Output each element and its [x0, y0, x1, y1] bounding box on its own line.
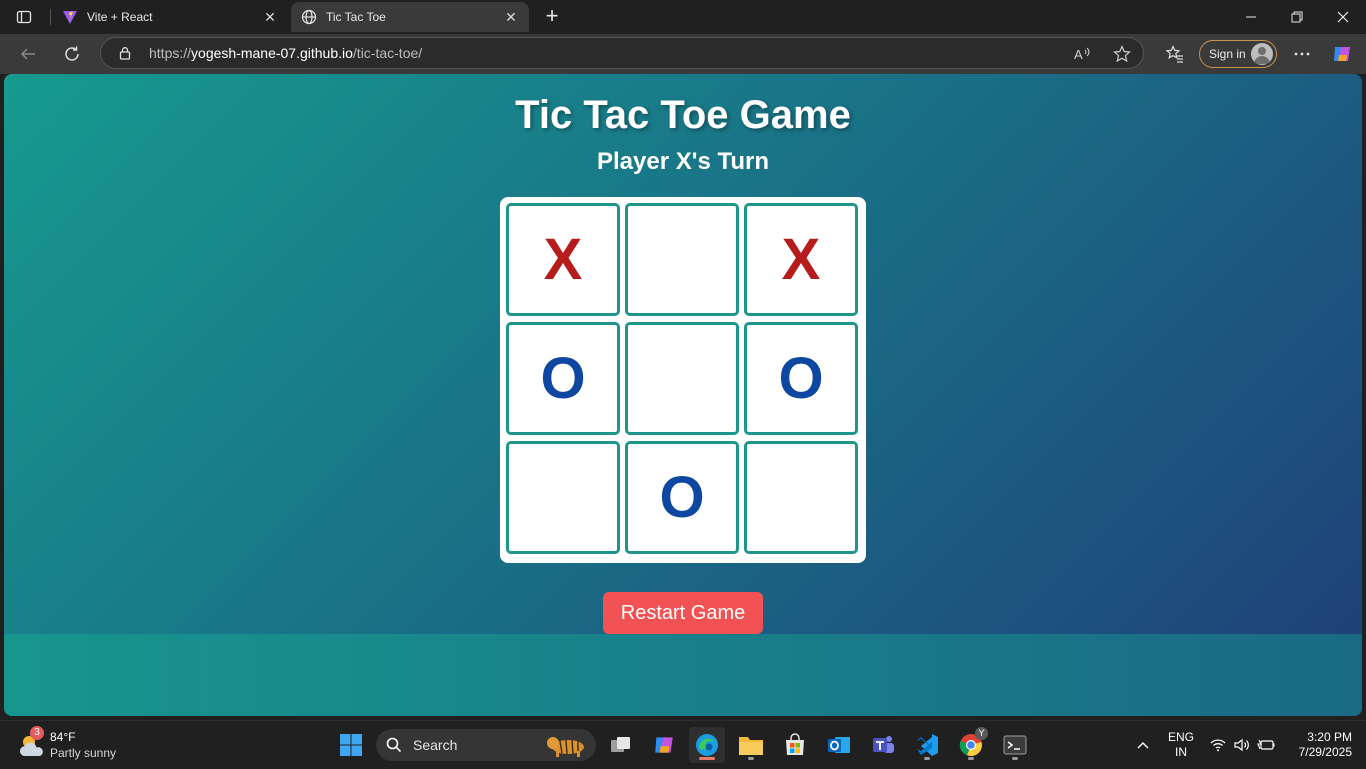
- page-viewport: Tic Tac Toe Game Player X's Turn X X O O…: [4, 74, 1362, 716]
- board-cell-5[interactable]: O: [744, 322, 858, 435]
- game-title: Tic Tac Toe Game: [515, 93, 851, 137]
- restart-game-button[interactable]: Restart Game: [603, 592, 763, 634]
- wifi-icon[interactable]: [1208, 721, 1228, 769]
- terminal-icon[interactable]: [997, 727, 1033, 763]
- avatar-icon: [1251, 43, 1273, 65]
- edge-browser-icon[interactable]: [689, 727, 725, 763]
- battery-icon[interactable]: [1256, 721, 1276, 769]
- windows-taskbar: 3 84°F Partly sunny Search Y ENG IN 3:20…: [0, 720, 1366, 768]
- chrome-icon[interactable]: Y: [953, 727, 989, 763]
- weather-temp: 84°F: [50, 730, 76, 744]
- volume-icon[interactable]: [1232, 721, 1252, 769]
- game-board: X X O O O: [500, 197, 866, 563]
- file-explorer-icon[interactable]: [733, 727, 769, 763]
- tab-tic-tac-toe[interactable]: Tic Tac Toe ✕: [291, 2, 529, 32]
- tab-separator: [50, 9, 51, 25]
- task-view-icon[interactable]: [603, 727, 639, 763]
- chrome-profile-badge: Y: [975, 727, 988, 740]
- board-cell-7[interactable]: O: [625, 441, 739, 554]
- url-path: /tic-tac-toe/: [352, 45, 423, 61]
- teams-icon[interactable]: [865, 727, 901, 763]
- sign-in-label: Sign in: [1209, 47, 1246, 61]
- running-app-indicator: [968, 757, 974, 760]
- page-lower-band: [4, 634, 1362, 716]
- sign-in-button[interactable]: Sign in: [1199, 40, 1277, 68]
- board-cell-1[interactable]: [625, 203, 739, 316]
- url-text[interactable]: https://yogesh-mane-07.github.io/tic-tac…: [149, 45, 422, 61]
- outlook-icon[interactable]: [821, 727, 857, 763]
- weather-badge: 3: [30, 726, 44, 740]
- search-icon: [386, 737, 402, 758]
- search-label: Search: [413, 737, 458, 753]
- svg-text:A: A: [1074, 47, 1083, 62]
- read-aloud-icon[interactable]: A: [1071, 43, 1093, 65]
- search-highlight-tiger-icon: [544, 732, 590, 758]
- board-cell-6[interactable]: [506, 441, 620, 554]
- windows-start-icon[interactable]: [333, 727, 369, 763]
- new-tab-plus-icon[interactable]: +: [540, 5, 564, 29]
- copilot-taskbar-icon[interactable]: [646, 727, 682, 763]
- board-cell-2[interactable]: X: [744, 203, 858, 316]
- back-arrow-icon[interactable]: [14, 40, 42, 68]
- board-cell-0[interactable]: X: [506, 203, 620, 316]
- minimize-icon[interactable]: [1228, 0, 1274, 34]
- more-options-icon[interactable]: [1288, 40, 1316, 68]
- browser-toolbar: https://yogesh-mane-07.github.io/tic-tac…: [0, 34, 1366, 74]
- browser-tab-strip: Vite + React ✕ Tic Tac Toe ✕ +: [0, 0, 1366, 34]
- tab-title: Vite + React: [87, 10, 153, 24]
- clock-date: 7/29/2025: [1298, 745, 1352, 759]
- tab-actions-icon[interactable]: [8, 5, 40, 29]
- running-app-indicator: [748, 757, 754, 760]
- show-hidden-icons-chevron-icon[interactable]: [1132, 721, 1154, 769]
- language-indicator[interactable]: ENG IN: [1166, 730, 1196, 760]
- board-cell-8[interactable]: [744, 441, 858, 554]
- refresh-icon[interactable]: [58, 40, 86, 68]
- address-bar[interactable]: https://yogesh-mane-07.github.io/tic-tac…: [100, 37, 1144, 69]
- copilot-icon[interactable]: [1328, 40, 1356, 68]
- url-host: yogesh-mane-07.github.io: [191, 45, 353, 61]
- clock[interactable]: 3:20 PM 7/29/2025: [1284, 730, 1352, 760]
- close-tab-icon[interactable]: ✕: [262, 9, 278, 25]
- close-tab-icon[interactable]: ✕: [503, 9, 519, 25]
- running-app-indicator: [924, 757, 930, 760]
- vite-logo-icon: [62, 9, 78, 25]
- active-app-indicator: [699, 757, 715, 760]
- clock-time: 3:20 PM: [1307, 730, 1352, 744]
- microsoft-store-icon[interactable]: [777, 727, 813, 763]
- taskbar-search[interactable]: Search: [376, 729, 596, 761]
- board-cell-4[interactable]: [625, 322, 739, 435]
- lock-icon[interactable]: [117, 45, 133, 61]
- tab-title: Tic Tac Toe: [326, 10, 386, 24]
- weather-widget[interactable]: 3 84°F Partly sunny: [18, 726, 128, 762]
- turn-status: Player X's Turn: [597, 148, 769, 175]
- favorite-star-icon[interactable]: [1111, 43, 1133, 65]
- url-protocol: https://: [149, 45, 192, 61]
- vscode-icon[interactable]: [909, 727, 945, 763]
- language-code: ENG: [1167, 730, 1194, 744]
- running-app-indicator: [1012, 757, 1018, 760]
- region-code: IN: [1175, 745, 1187, 759]
- close-window-icon[interactable]: [1320, 0, 1366, 34]
- restore-window-icon[interactable]: [1274, 0, 1320, 34]
- board-cell-3[interactable]: O: [506, 322, 620, 435]
- favorites-icon[interactable]: [1161, 40, 1189, 68]
- tab-vite-react[interactable]: Vite + React ✕: [52, 2, 288, 32]
- globe-icon: [301, 9, 317, 25]
- weather-condition: Partly sunny: [50, 746, 117, 760]
